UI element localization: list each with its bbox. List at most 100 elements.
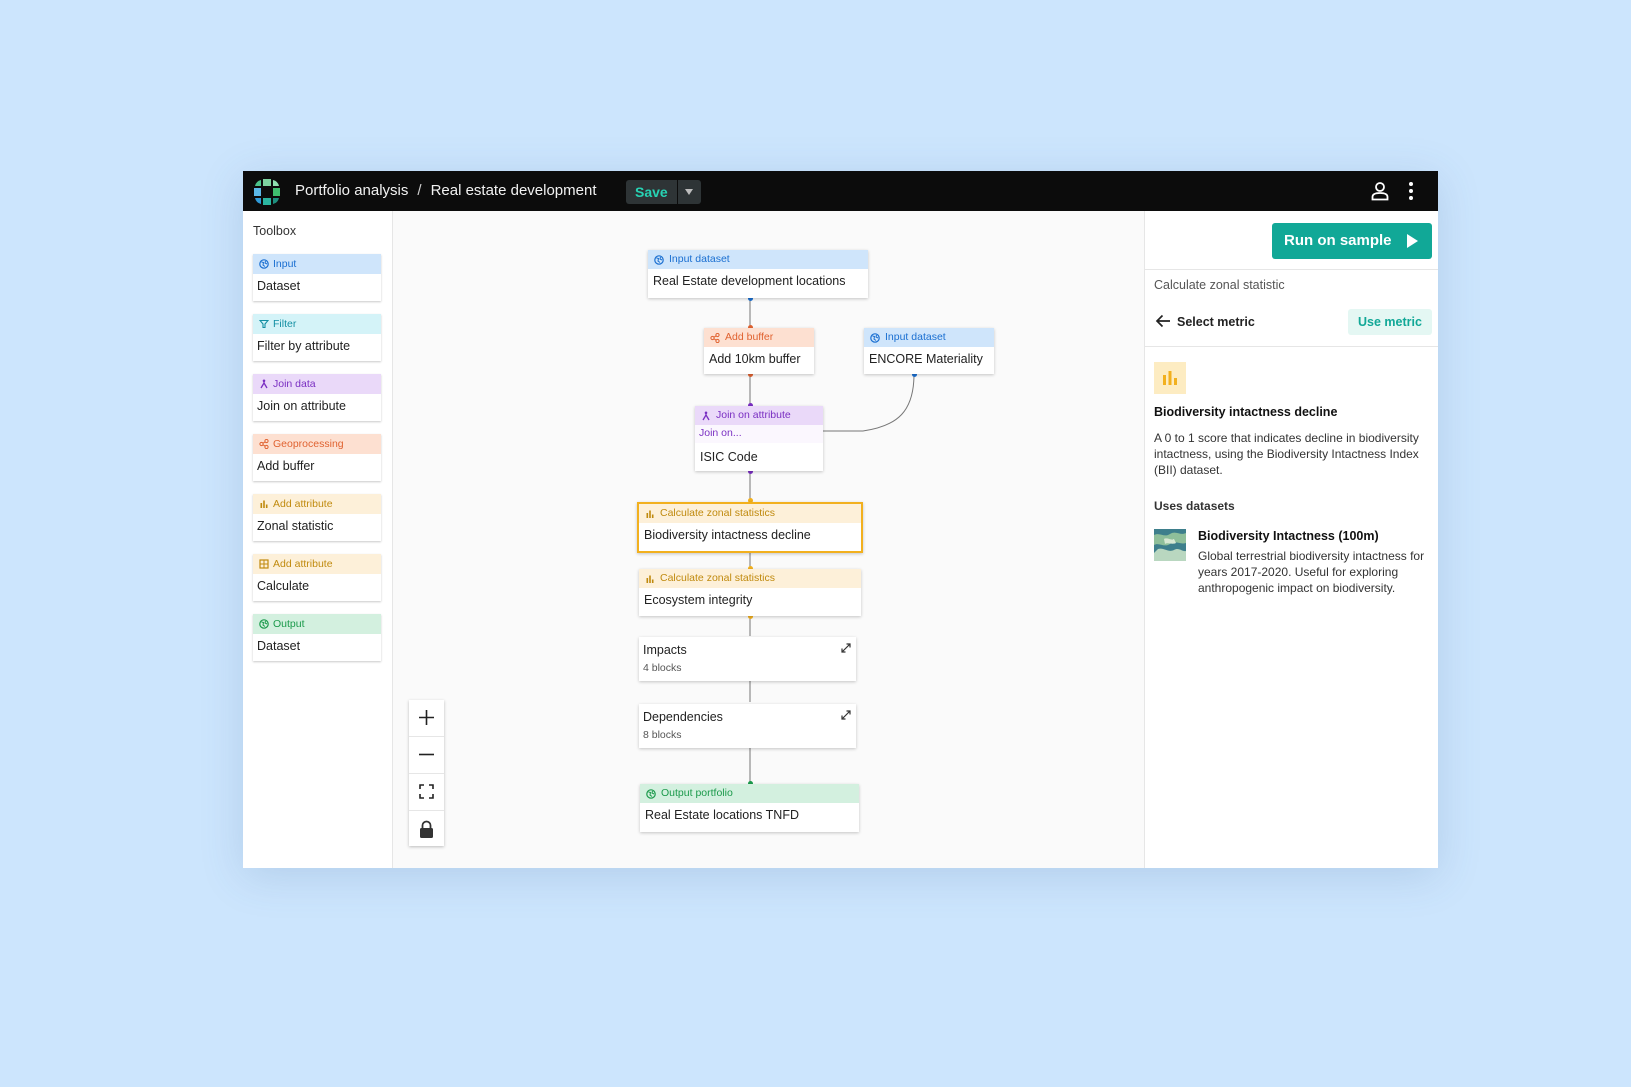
node-name: ENCORE Materiality xyxy=(869,352,983,366)
zoom-out-button[interactable] xyxy=(409,737,444,773)
save-button[interactable]: Save xyxy=(626,180,677,204)
workflow-canvas[interactable]: Input dataset Real Estate development lo… xyxy=(393,211,1144,868)
toolbox-item-name: Calculate xyxy=(257,579,310,593)
node-name: ISIC Code xyxy=(700,450,758,464)
dataset-thumbnail-map-icon xyxy=(1154,529,1186,561)
breadcrumb-separator: / xyxy=(417,182,422,199)
fit-view-button[interactable] xyxy=(409,774,444,810)
buffer-icon xyxy=(259,439,269,449)
save-group: Save xyxy=(626,180,701,204)
join-icon xyxy=(260,379,268,389)
toolbox-panel: Toolbox Input Dataset Filter Filter by a… xyxy=(243,211,393,868)
more-vertical-icon[interactable] xyxy=(1408,182,1414,200)
toolbox-title: Toolbox xyxy=(253,224,297,238)
join-icon xyxy=(702,411,710,420)
group-count: 8 blocks xyxy=(643,729,682,741)
toolbox-item-calculate[interactable]: Add attribute Calculate xyxy=(253,554,381,601)
node-input-dataset-encore[interactable]: Input dataset ENCORE Materiality xyxy=(864,328,994,374)
panel-subtitle: Calculate zonal statistic xyxy=(1154,278,1285,292)
node-input-dataset[interactable]: Input dataset Real Estate development lo… xyxy=(648,250,868,298)
node-type: Calculate zonal statistics xyxy=(660,507,775,519)
node-type: Join on attribute xyxy=(716,409,791,421)
metric-description: A 0 to 1 score that indicates decline in… xyxy=(1154,431,1419,477)
group-count: 4 blocks xyxy=(643,662,682,674)
expand-icon[interactable] xyxy=(841,710,851,720)
node-type: Output portfolio xyxy=(661,787,733,799)
group-impacts[interactable]: Impacts 4 blocks xyxy=(639,637,856,681)
app-window: Portfolio analysis / Real estate developme… xyxy=(243,171,1438,868)
toolbox-item-category: Join data xyxy=(273,378,316,390)
toolbox-item-category: Output xyxy=(273,618,305,630)
group-dependencies[interactable]: Dependencies 8 blocks xyxy=(639,704,856,748)
select-metric-back-link[interactable]: Select metric xyxy=(1177,315,1255,329)
breadcrumb-current: Real estate development xyxy=(430,182,597,199)
globe-icon xyxy=(646,788,656,799)
node-add-buffer[interactable]: Add buffer Add 10km buffer xyxy=(704,328,814,374)
toolbox-item-name: Join on attribute xyxy=(257,399,346,413)
node-join-on-attribute[interactable]: Join on attribute Join on... ISIC Code xyxy=(695,406,823,471)
group-title: Impacts xyxy=(643,643,687,657)
globe-icon xyxy=(654,254,664,265)
node-type: Input dataset xyxy=(669,253,730,265)
node-type: Input dataset xyxy=(885,331,946,343)
fit-view-icon xyxy=(419,784,434,799)
node-name: Ecosystem integrity xyxy=(644,593,753,607)
globe-icon xyxy=(259,259,269,269)
top-bar: Portfolio analysis / Real estate developme… xyxy=(243,171,1438,211)
toolbox-item-category: Filter xyxy=(273,318,297,330)
toolbox-item-name: Dataset xyxy=(257,639,301,653)
save-dropdown-chevron-down-icon[interactable] xyxy=(677,180,701,204)
node-name: Biodiversity intactness decline xyxy=(644,528,811,542)
filter-icon xyxy=(259,319,269,329)
dataset-description: Global terrestrial biodiversity intactne… xyxy=(1198,549,1425,595)
bar-chart-icon xyxy=(646,510,654,518)
toolbox-item-input-dataset[interactable]: Input Dataset xyxy=(253,254,381,301)
toolbox-item-category: Add attribute xyxy=(273,558,333,570)
node-type: Add buffer xyxy=(725,331,774,343)
toolbox-item-join[interactable]: Join data Join on attribute xyxy=(253,374,381,421)
run-on-sample-button[interactable]: Run on sample xyxy=(1272,223,1432,259)
toolbox-item-geoprocessing[interactable]: Geoprocessing Add buffer xyxy=(253,434,381,481)
toolbox-item-category: Input xyxy=(273,258,297,270)
toolbox-item-name: Add buffer xyxy=(257,459,315,473)
user-icon[interactable] xyxy=(1370,181,1390,201)
join-port-label[interactable]: Join on... xyxy=(695,425,823,443)
buffer-icon xyxy=(710,332,720,343)
use-metric-button[interactable]: Use metric xyxy=(1348,309,1432,335)
node-zonal-statistics[interactable]: Calculate zonal statistics Ecosystem int… xyxy=(639,569,861,616)
globe-icon xyxy=(870,332,880,343)
toolbox-item-zonal-statistic[interactable]: Add attribute Zonal statistic xyxy=(253,494,381,541)
breadcrumb-parent[interactable]: Portfolio analysis xyxy=(295,182,408,199)
expand-icon[interactable] xyxy=(841,643,851,653)
play-icon xyxy=(1407,234,1418,248)
app-logo[interactable] xyxy=(254,179,280,205)
node-zonal-statistics-selected[interactable]: Calculate zonal statistics Biodiversity … xyxy=(637,502,863,553)
arrow-left-icon[interactable] xyxy=(1155,314,1171,328)
toolbox-item-category: Geoprocessing xyxy=(273,438,344,450)
lock-button[interactable] xyxy=(409,811,444,847)
breadcrumb: Portfolio analysis / Real estate developme… xyxy=(295,182,597,199)
toolbox-item-name: Dataset xyxy=(257,279,301,293)
toolbox-item-output-dataset[interactable]: Output Dataset xyxy=(253,614,381,661)
plus-icon xyxy=(419,710,434,725)
globe-icon xyxy=(259,619,269,629)
toolbox-item-name: Zonal statistic xyxy=(257,519,334,533)
bar-chart-icon xyxy=(260,500,268,508)
metric-title: Biodiversity intactness decline xyxy=(1154,405,1338,419)
uses-datasets-heading: Uses datasets xyxy=(1154,499,1235,513)
dataset-name[interactable]: Biodiversity Intactness (100m) xyxy=(1198,529,1379,543)
toolbox-item-name: Filter by attribute xyxy=(257,339,351,353)
node-name: Real Estate locations TNFD xyxy=(645,808,799,822)
node-name: Real Estate development locations xyxy=(653,274,846,288)
details-panel: Run on sample Calculate zonal statistic … xyxy=(1144,211,1438,868)
group-title: Dependencies xyxy=(643,710,723,724)
zoom-in-button[interactable] xyxy=(409,700,444,736)
lock-icon xyxy=(420,820,433,838)
node-output-portfolio[interactable]: Output portfolio Real Estate locations T… xyxy=(640,784,859,832)
calculator-icon xyxy=(259,559,269,569)
minus-icon xyxy=(419,753,434,756)
run-on-sample-label: Run on sample xyxy=(1284,232,1392,249)
toolbox-item-filter[interactable]: Filter Filter by attribute xyxy=(253,314,381,361)
node-name: Add 10km buffer xyxy=(709,352,801,366)
node-type: Calculate zonal statistics xyxy=(660,572,775,584)
